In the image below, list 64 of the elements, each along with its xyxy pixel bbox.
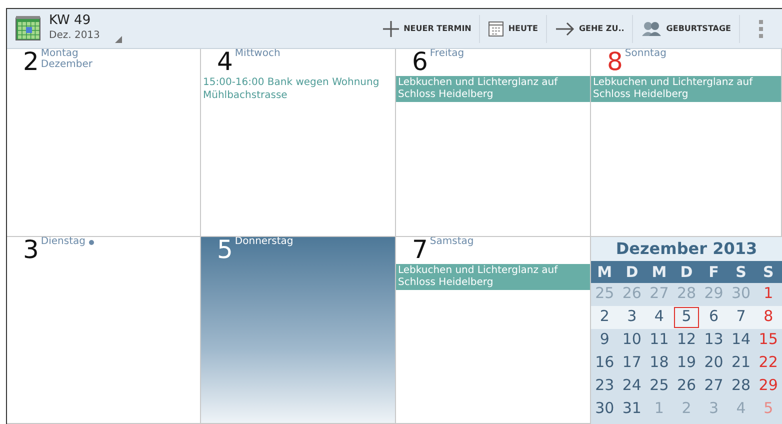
mini-day[interactable]: 9 [591, 329, 618, 352]
people-icon [641, 20, 662, 37]
mini-day[interactable]: 31 [618, 398, 646, 421]
app-switcher[interactable]: KW 49 Dez. 2013 [15, 14, 140, 44]
mini-day[interactable]: 1 [754, 283, 782, 306]
plus-icon [382, 20, 400, 38]
mini-day[interactable]: 11 [646, 329, 673, 352]
mini-day[interactable]: 10 [618, 329, 646, 352]
mini-day[interactable]: 27 [700, 375, 728, 398]
mini-day[interactable]: 22 [754, 352, 782, 375]
mini-day[interactable]: 4 [646, 306, 673, 329]
mini-day[interactable]: 7 [727, 306, 755, 329]
month-subtitle: Dez. 2013 [49, 29, 100, 44]
day-number: 3 [23, 237, 39, 262]
weekday-label: Donnerstag [234, 237, 294, 248]
mini-day[interactable]: 5 [672, 306, 700, 329]
weekday-header: S [754, 261, 782, 283]
arrow-right-icon [554, 20, 575, 38]
mini-day[interactable]: 29 [754, 375, 782, 398]
weekday-header: D [672, 261, 700, 283]
week-title: KW 49 [49, 14, 92, 28]
day-number: 2 [23, 49, 39, 74]
day-number: 7 [412, 237, 428, 262]
mini-day[interactable]: 6 [700, 306, 728, 329]
mini-day[interactable]: 21 [727, 352, 755, 375]
month-label: Dezember [40, 60, 93, 70]
action-button[interactable]: GEBURTSTAGE [633, 14, 740, 42]
weekday-header: F [700, 261, 728, 283]
action-button[interactable]: GEHE ZU.. [546, 14, 634, 42]
weekday-header: M [591, 261, 618, 283]
mini-day[interactable]: 25 [646, 375, 673, 398]
weekday-header: M [646, 261, 673, 283]
day-number: 5 [217, 237, 233, 262]
mini-day[interactable]: 16 [591, 352, 618, 375]
mini-day[interactable]: 15 [754, 329, 782, 352]
mini-day[interactable]: 28 [727, 375, 755, 398]
mini-day[interactable]: 19 [672, 352, 700, 375]
mini-day[interactable]: 30 [591, 398, 618, 421]
event-text[interactable]: 15:00-16:00 Bank wegen Wohnung Mühlbachstrasse [201, 74, 395, 104]
mini-day[interactable]: 2 [591, 306, 618, 329]
mini-day[interactable]: 3 [618, 306, 646, 329]
mini-calendar-title: Dezember 2013 [591, 237, 782, 261]
day-number: 8 [607, 49, 623, 74]
calendar-icon [488, 20, 504, 38]
weekday-header: S [727, 261, 755, 283]
mini-day[interactable]: 13 [700, 329, 728, 352]
day-number: 4 [217, 49, 233, 74]
overflow-menu-icon[interactable] [758, 18, 764, 38]
mini-day[interactable]: 20 [700, 352, 728, 375]
mini-day[interactable]: 24 [618, 375, 646, 398]
mini-day[interactable]: 17 [618, 352, 646, 375]
mini-day[interactable]: 23 [591, 375, 618, 398]
mini-day[interactable]: 8 [754, 306, 782, 329]
mini-day[interactable]: 12 [672, 329, 700, 352]
day-number: 6 [412, 49, 428, 74]
calendar-app-icon [15, 15, 41, 42]
action-button[interactable]: NEUER TERMIN [374, 14, 480, 42]
mini-day[interactable]: 26 [672, 375, 700, 398]
dropdown-corner-icon [114, 36, 122, 44]
mini-day[interactable]: 14 [727, 329, 755, 352]
mini-day[interactable]: 18 [646, 352, 673, 375]
weekday-header: D [618, 261, 646, 283]
weekday-label: Montag [40, 49, 78, 59]
action-button[interactable]: HEUTE [480, 14, 547, 42]
